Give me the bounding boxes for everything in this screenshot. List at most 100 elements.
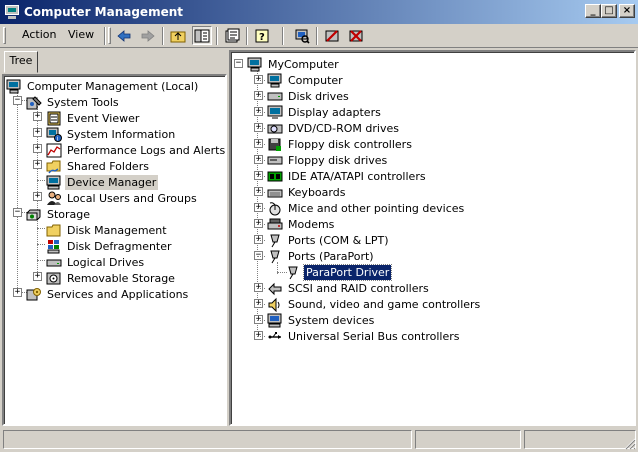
console-tree-pane[interactable]: Computer Management (Local) − System Too… <box>2 74 227 426</box>
tree-item-removable-storage[interactable]: Removable Storage <box>46 270 177 286</box>
expand-toggle[interactable]: + <box>33 144 42 153</box>
show-hide-tree-button[interactable] <box>192 26 212 45</box>
device-category[interactable]: System devices <box>267 312 376 328</box>
properties-button[interactable] <box>222 26 242 45</box>
device-category[interactable]: Floppy disk controllers <box>267 136 414 152</box>
device-category[interactable]: Modems <box>267 216 336 232</box>
up-one-level-button[interactable] <box>168 26 188 45</box>
tree-toggle-icon <box>194 29 210 42</box>
back-arrow-icon <box>117 29 131 42</box>
tree-item-logical-drives[interactable]: Logical Drives <box>46 254 146 270</box>
tree-item-event-viewer[interactable]: Event Viewer <box>46 110 141 126</box>
collapse-toggle[interactable]: − <box>234 59 243 68</box>
device-item-paraport-driver[interactable]: ParaPort Driver <box>285 263 393 281</box>
tree-line <box>37 244 45 245</box>
expand-toggle[interactable]: + <box>33 160 42 169</box>
tree-item-local-users[interactable]: Local Users and Groups <box>46 190 199 206</box>
mouse-icon <box>267 201 283 216</box>
menu-view-label: View <box>68 28 95 41</box>
disable-device-button[interactable] <box>322 26 342 45</box>
expand-toggle[interactable]: + <box>33 192 42 201</box>
device-category[interactable]: Computer <box>267 72 345 88</box>
close-button[interactable]: × <box>619 4 635 18</box>
tree-item-device-manager[interactable]: Device Manager <box>46 174 159 190</box>
menu-view[interactable]: View <box>68 28 94 41</box>
device-tree-root[interactable]: MyComputer <box>247 56 341 72</box>
expand-toggle[interactable]: + <box>33 128 42 137</box>
device-tree-pane[interactable]: − MyComputer ParaPort Driver + Computer + D… <box>229 50 636 426</box>
status-cell-secondary <box>415 430 521 449</box>
cdrom-icon <box>267 121 283 136</box>
maximize-button[interactable]: □ <box>601 4 617 18</box>
tree-line <box>257 96 265 97</box>
toolbar-grip <box>108 27 111 44</box>
tree-line <box>257 304 265 305</box>
expand-toggle[interactable]: + <box>33 112 42 121</box>
usb-icon <box>267 329 283 344</box>
properties-icon <box>225 28 240 42</box>
device-category[interactable]: Universal Serial Bus controllers <box>267 328 461 344</box>
toolbar-separator <box>162 27 164 45</box>
scan-hardware-button[interactable] <box>292 26 312 45</box>
device-category-label: System devices <box>288 313 375 327</box>
tree-item-label: Shared Folders <box>67 159 149 173</box>
tree-item-storage[interactable]: Storage <box>26 206 92 222</box>
tree-item-system-information[interactable]: i System Information <box>46 126 177 142</box>
tree-item-performance-logs[interactable]: Performance Logs and Alerts <box>46 142 225 158</box>
device-category[interactable]: Sound, video and game controllers <box>267 296 482 312</box>
logical-drive-icon <box>46 255 62 270</box>
sound-icon <box>267 297 283 312</box>
device-tree-root-label: MyComputer <box>268 57 339 71</box>
tree-item-disk-management[interactable]: Disk Management <box>46 222 169 238</box>
device-category[interactable]: Ports (COM & LPT) <box>267 232 391 248</box>
device-category[interactable]: Ports (ParaPort) <box>267 248 376 264</box>
tree-item-root[interactable]: Computer Management (Local) <box>6 78 200 94</box>
ide-controller-icon <box>267 169 283 184</box>
resize-grip-icon[interactable] <box>624 438 636 450</box>
device-category[interactable]: Mice and other pointing devices <box>267 200 466 216</box>
device-manager-icon <box>46 175 62 190</box>
collapse-toggle[interactable]: − <box>13 96 22 105</box>
uninstall-device-button[interactable] <box>346 26 366 45</box>
tree-item-system-tools[interactable]: System Tools <box>26 94 121 110</box>
device-category[interactable]: Disk drives <box>267 88 351 104</box>
device-category[interactable]: Display adapters <box>267 104 383 120</box>
help-button[interactable]: ? <box>252 26 272 45</box>
forward-button[interactable] <box>138 26 158 45</box>
tree-line <box>257 208 265 209</box>
collapse-toggle[interactable]: − <box>13 208 22 217</box>
menu-action[interactable]: Action <box>22 28 56 41</box>
expand-toggle[interactable]: + <box>13 288 22 297</box>
device-category-label: Ports (COM & LPT) <box>288 233 389 247</box>
tree-item-shared-folders[interactable]: Shared Folders <box>46 158 151 174</box>
users-icon <box>46 191 62 206</box>
event-viewer-icon <box>46 111 62 126</box>
tree-item-label: Event Viewer <box>67 111 140 125</box>
tree-line <box>257 240 265 241</box>
expand-toggle[interactable]: + <box>33 272 42 281</box>
tree-line <box>37 180 45 181</box>
tree-item-label: Storage <box>47 207 91 221</box>
tree-line <box>257 160 265 161</box>
svg-text:?: ? <box>259 32 265 43</box>
tree-item-services-apps[interactable]: Services and Applications <box>26 286 190 302</box>
disk-defragmenter-icon <box>46 239 62 254</box>
device-category[interactable]: IDE ATA/ATAPI controllers <box>267 168 428 184</box>
device-category[interactable]: DVD/CD-ROM drives <box>267 120 401 136</box>
device-category-label: Ports (ParaPort) <box>288 249 374 263</box>
device-category[interactable]: Keyboards <box>267 184 347 200</box>
tree-item-disk-defragmenter[interactable]: Disk Defragmenter <box>46 238 174 254</box>
tree-line <box>257 128 265 129</box>
device-category[interactable]: SCSI and RAID controllers <box>267 280 431 296</box>
scan-hardware-icon <box>295 29 310 44</box>
device-category-label: Mice and other pointing devices <box>288 201 465 215</box>
minimize-button[interactable]: _ <box>585 4 601 18</box>
computer-icon <box>267 73 283 88</box>
disable-device-icon <box>325 29 339 42</box>
tree-item-label: Device Manager <box>65 174 159 190</box>
device-category[interactable]: Floppy disk drives <box>267 152 389 168</box>
tab-tree[interactable]: Tree <box>4 51 38 73</box>
back-button[interactable] <box>114 26 134 45</box>
tree-line <box>257 288 265 289</box>
up-folder-icon <box>170 31 186 42</box>
